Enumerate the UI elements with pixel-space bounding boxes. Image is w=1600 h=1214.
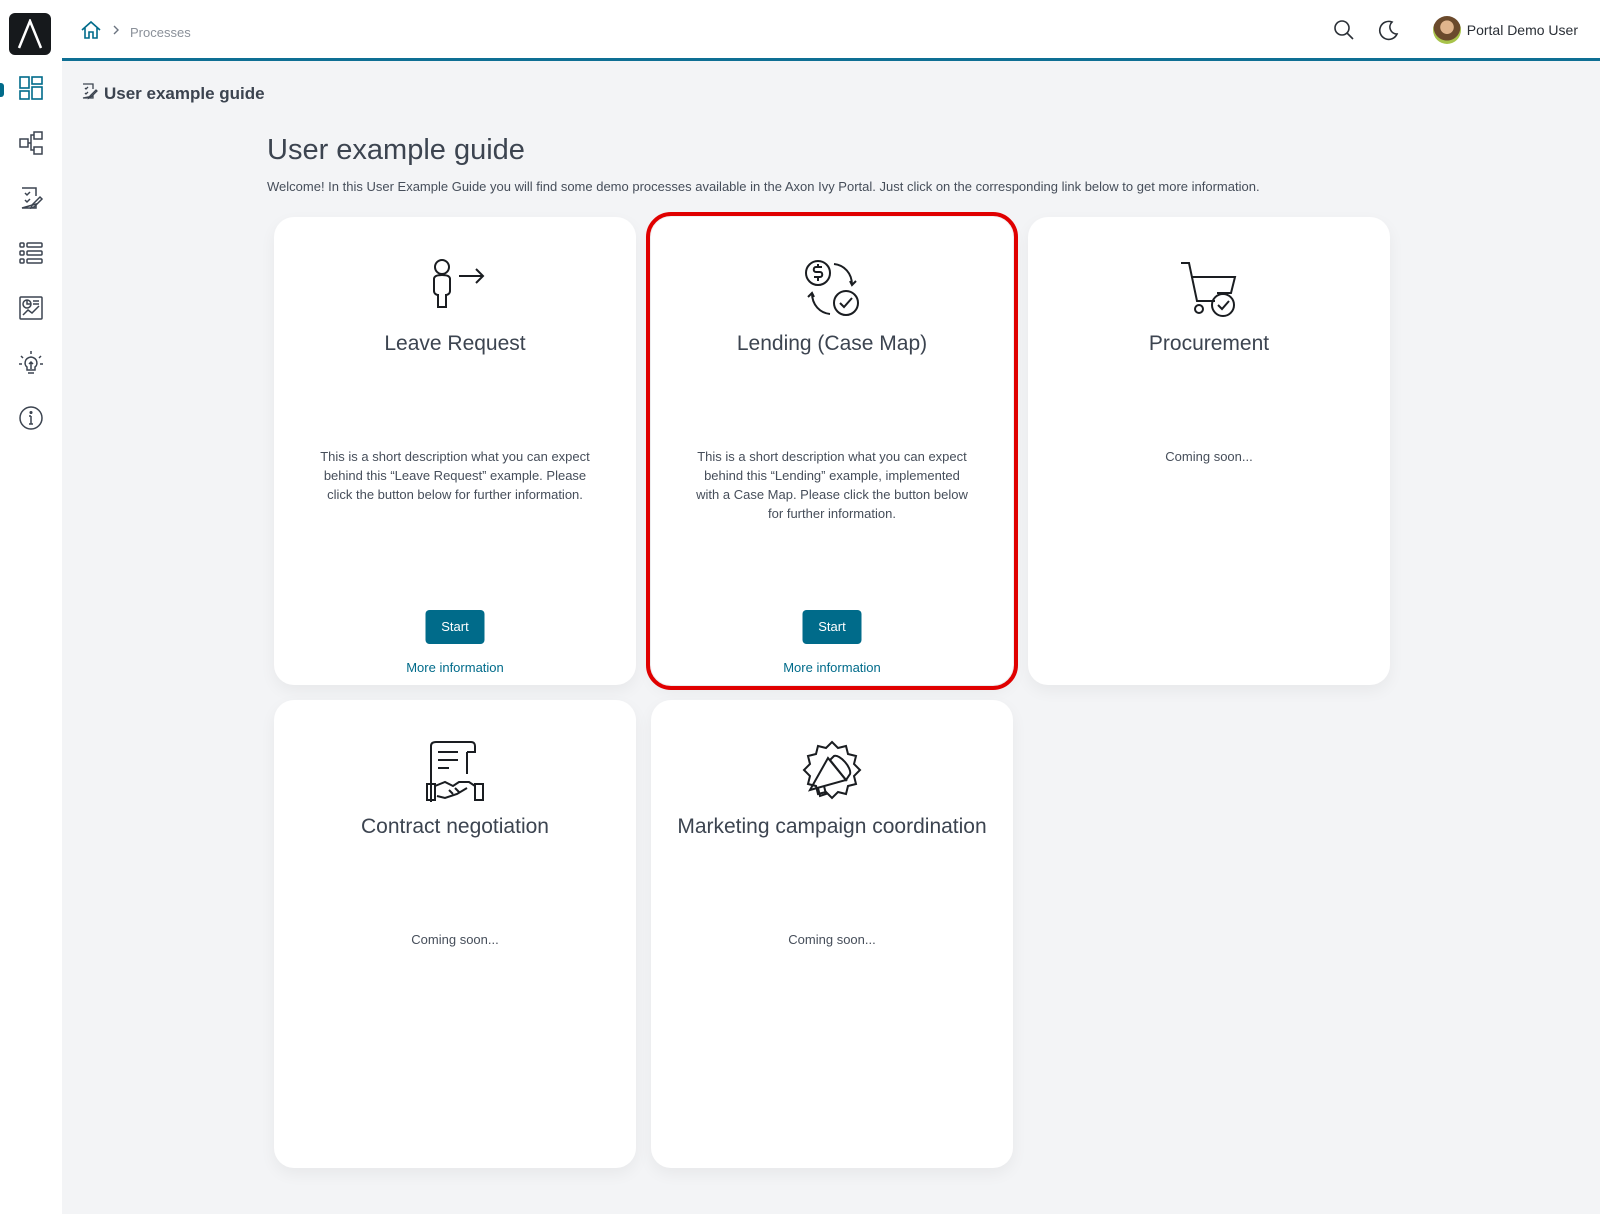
- card-contract-negotiation: Contract negotiation Coming soon...: [274, 700, 636, 1168]
- card-procurement: Procurement Coming soon...: [1028, 217, 1390, 685]
- home-icon[interactable]: [80, 19, 102, 46]
- lightbulb-icon[interactable]: [16, 348, 46, 378]
- info-icon[interactable]: [16, 403, 46, 433]
- user-name[interactable]: Portal Demo User: [1467, 22, 1578, 38]
- active-nav-indicator: [0, 83, 4, 97]
- shopping-cart-check-icon: [1177, 257, 1241, 321]
- page-header: User example guide: [80, 82, 265, 105]
- tasks-icon[interactable]: [16, 183, 46, 213]
- breadcrumb-current[interactable]: Processes: [130, 25, 191, 40]
- search-icon[interactable]: [1331, 17, 1357, 43]
- card-description: Coming soon...: [788, 932, 876, 947]
- person-leaving-icon: [423, 257, 487, 321]
- card-lending-case-map: Lending (Case Map) This is a short descr…: [646, 212, 1018, 690]
- card-description: Coming soon...: [1165, 449, 1253, 464]
- dashboard-icon[interactable]: [16, 73, 46, 103]
- card-description: This is a short description what you can…: [696, 449, 968, 521]
- card-title: Leave Request: [384, 332, 526, 355]
- dark-mode-moon-icon[interactable]: [1375, 17, 1401, 43]
- card-description: Coming soon...: [411, 932, 499, 947]
- card-leave-request: Leave Request This is a short descriptio…: [274, 217, 636, 685]
- card-title: Lending (Case Map): [736, 332, 928, 355]
- card-title: Contract negotiation: [361, 815, 549, 838]
- processes-icon[interactable]: [16, 128, 46, 158]
- sidebar: [0, 0, 62, 1214]
- axon-ivy-logo-icon[interactable]: [9, 13, 51, 55]
- start-button[interactable]: Start: [425, 610, 485, 644]
- more-information-link[interactable]: More information: [274, 660, 636, 675]
- card-description: This is a short description what you can…: [320, 449, 590, 502]
- card-title: Procurement: [1148, 332, 1270, 355]
- user-avatar[interactable]: [1432, 16, 1461, 44]
- top-bar: Processes Portal Demo User: [62, 0, 1600, 61]
- more-information-link[interactable]: More information: [651, 660, 1013, 675]
- card-marketing-campaign: Marketing campaign coordination Coming s…: [651, 700, 1013, 1168]
- page-header-title: User example guide: [104, 83, 265, 103]
- breadcrumb: Processes: [80, 20, 191, 44]
- money-exchange-icon: [800, 257, 864, 321]
- cases-icon[interactable]: [16, 238, 46, 268]
- megaphone-icon: [800, 740, 864, 804]
- start-button[interactable]: Start: [802, 610, 862, 644]
- guide-edit-icon: [80, 82, 98, 105]
- contract-handshake-icon: [423, 740, 487, 804]
- card-title: Marketing campaign coordination: [677, 815, 987, 838]
- page-title: User example guide: [267, 134, 525, 166]
- chevron-right-icon: [110, 23, 122, 41]
- page-description: Welcome! In this User Example Guide you …: [267, 179, 1260, 194]
- statistics-icon[interactable]: [16, 293, 46, 323]
